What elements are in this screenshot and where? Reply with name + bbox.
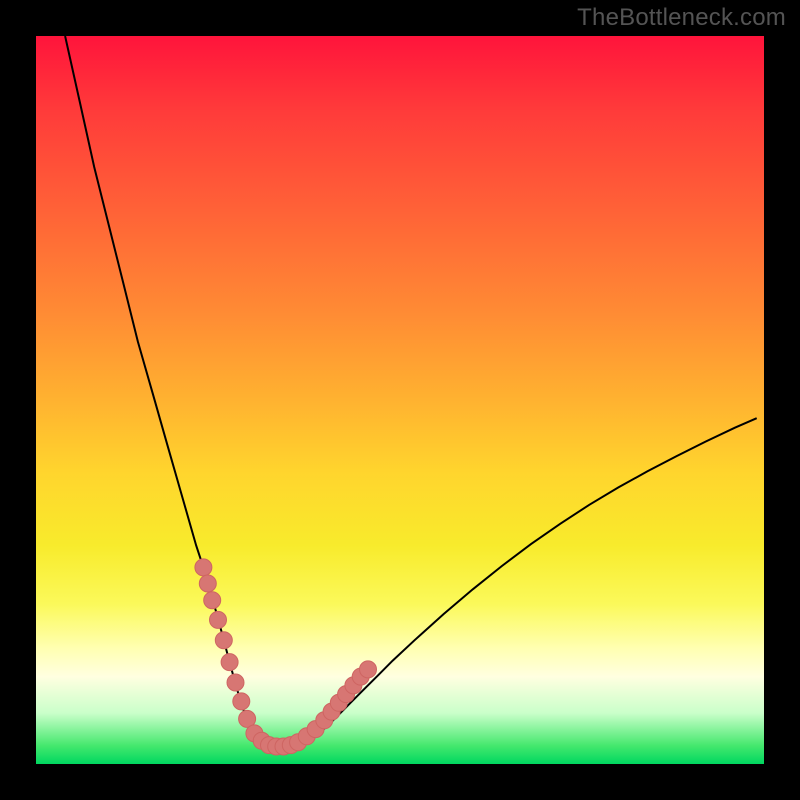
- watermark-text: TheBottleneck.com: [577, 4, 786, 32]
- marker-point: [360, 661, 377, 678]
- bottleneck-curve: [65, 36, 757, 747]
- highlight-markers: [195, 559, 377, 755]
- marker-point: [195, 559, 212, 576]
- marker-point: [210, 611, 227, 628]
- marker-point: [227, 674, 244, 691]
- marker-point: [215, 632, 232, 649]
- plot-area: [36, 36, 764, 764]
- chart-svg: [36, 36, 764, 764]
- marker-point: [199, 575, 216, 592]
- chart-frame: TheBottleneck.com: [0, 0, 800, 800]
- marker-point: [204, 592, 221, 609]
- marker-point: [233, 693, 250, 710]
- marker-point: [221, 654, 238, 671]
